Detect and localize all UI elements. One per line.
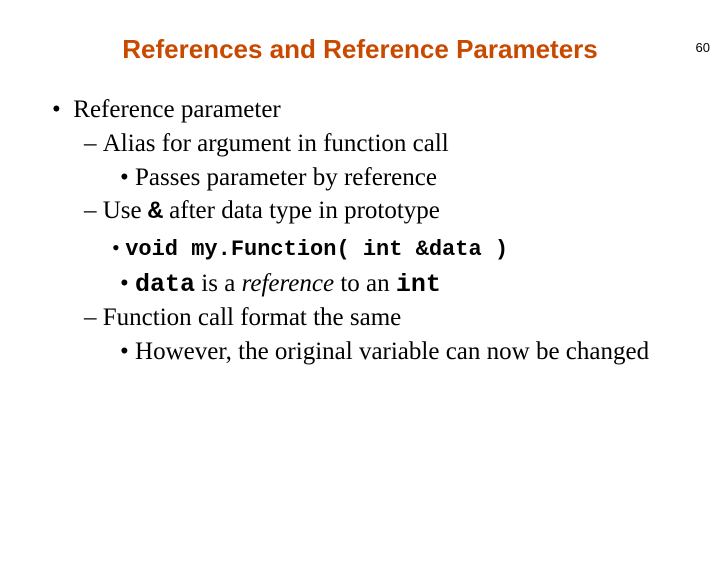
bullet-l3-however: • However, the original variable can now… [144, 335, 680, 369]
bullet-l1-text: Reference parameter [73, 96, 280, 123]
code-data: data [135, 270, 195, 299]
text-to-an: to an [334, 270, 396, 297]
slide-title: References and Reference Parameters [0, 34, 720, 65]
bullet-l2-call-format-text: Function call format the same [103, 304, 402, 331]
bullet-l2-alias: – Alias for argument in function call [84, 127, 680, 161]
bullet-l2-use-amp: – Use & after data type in prototype [84, 194, 680, 229]
bullet-l2-call-format: – Function call format the same [84, 301, 680, 335]
bullet-l3-passes: • Passes parameter by reference [120, 161, 680, 195]
text-is-a: is a [195, 270, 242, 297]
bullet-code-example: • void my.Function( int &data ) [112, 233, 680, 265]
amp-symbol: & [148, 197, 163, 226]
code-void-myfunction: void my.Function( int &data ) [125, 237, 508, 262]
text-after-datatype: after data type in prototype [163, 197, 440, 224]
code-int: int [396, 270, 441, 299]
text-use: Use [103, 197, 148, 224]
text-reference-italic: reference [242, 270, 335, 297]
bullet-l1: • Reference parameter [52, 93, 680, 127]
bullet-l3-however-text: However, the original variable can now b… [135, 338, 649, 365]
slide-body: • Reference parameter – Alias for argume… [0, 93, 720, 369]
page-number: 60 [696, 40, 710, 55]
bullet-l3-data-ref: • data is a reference to an int [120, 267, 680, 302]
bullet-l2-alias-text: Alias for argument in function call [103, 130, 449, 157]
bullet-l3-passes-text: Passes parameter by reference [135, 164, 437, 191]
